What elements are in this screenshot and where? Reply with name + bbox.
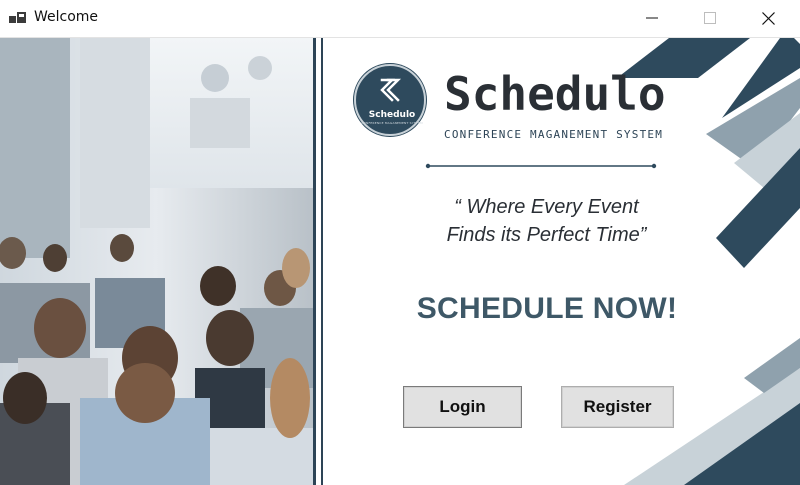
brand-tagline: CONFERENCE MAGANEMENT SYSTEM bbox=[444, 128, 664, 141]
minimize-button[interactable] bbox=[629, 0, 675, 36]
brand-name: Schedulo bbox=[444, 67, 666, 121]
divider-line-left bbox=[313, 38, 316, 485]
schedule-now-heading: SCHEDULE NOW! bbox=[416, 292, 678, 325]
logo-text: Schedulo bbox=[368, 110, 416, 120]
slogan-line-1: “ Where Every Event bbox=[454, 196, 639, 218]
app-window-icon bbox=[9, 12, 26, 23]
slogan-line-2: Finds its Perfect Time” bbox=[446, 224, 647, 246]
minimize-icon bbox=[646, 17, 658, 19]
maximize-button[interactable] bbox=[687, 0, 733, 36]
tagline-underline bbox=[425, 163, 657, 169]
close-icon bbox=[761, 11, 775, 25]
title-bar: Welcome bbox=[0, 0, 800, 38]
welcome-panel: Schedulo CONFERENCE MAGANEMENT SYSTEM Sc… bbox=[324, 38, 800, 485]
slogan-quote: “ Where Every Event Finds its Perfect Ti… bbox=[384, 193, 709, 249]
maximize-icon bbox=[704, 12, 716, 24]
conference-photo bbox=[0, 38, 313, 485]
register-button[interactable]: Register bbox=[561, 386, 674, 428]
divider-line-right bbox=[321, 38, 323, 485]
close-button[interactable] bbox=[745, 0, 791, 36]
schedulo-s-logo-icon bbox=[380, 78, 402, 102]
window-title: Welcome bbox=[34, 9, 99, 25]
login-button[interactable]: Login bbox=[403, 386, 522, 428]
logo-subtext: CONFERENCE MAGANEMENT SYSTEM bbox=[361, 121, 423, 125]
schedulo-logo: Schedulo CONFERENCE MAGANEMENT SYSTEM bbox=[354, 64, 426, 136]
